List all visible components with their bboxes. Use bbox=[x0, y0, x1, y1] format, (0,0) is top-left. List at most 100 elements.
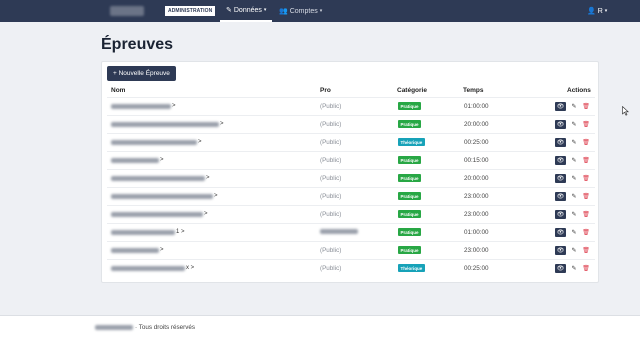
pro-value: (Public) bbox=[320, 121, 342, 128]
categorie-badge: Pratique bbox=[398, 156, 422, 164]
view-button[interactable]: 👁 bbox=[555, 174, 566, 183]
categorie-cell: Pratique bbox=[398, 228, 422, 236]
epreuve-name-link[interactable]: x > bbox=[111, 265, 194, 271]
temps-cell: 00:25:00 bbox=[464, 265, 489, 272]
chevron-down-icon: ▾ bbox=[604, 7, 608, 14]
delete-button[interactable]: 🗑 bbox=[582, 192, 590, 201]
edit-button[interactable]: ✎ bbox=[570, 174, 578, 183]
delete-button[interactable]: 🗑 bbox=[582, 156, 590, 165]
eye-icon: 👁 bbox=[556, 140, 565, 146]
nav-comptes[interactable]: 👥 Comptes ▾ bbox=[279, 0, 322, 22]
view-button[interactable]: 👁 bbox=[555, 246, 566, 255]
new-epreuve-button[interactable]: + Nouvelle Épreuve bbox=[107, 66, 176, 81]
actions-cell: 👁 ✎ 🗑 bbox=[555, 264, 590, 273]
epreuve-name-link[interactable]: > bbox=[111, 157, 164, 163]
epreuve-name-link[interactable]: > bbox=[111, 247, 164, 253]
epreuve-name-link[interactable]: 1 > bbox=[111, 229, 185, 235]
epreuve-name-link[interactable]: > bbox=[111, 193, 218, 199]
categorie-cell: Pratique bbox=[398, 120, 422, 128]
pro-value: (Public) bbox=[320, 103, 342, 110]
pencil-icon: ✎ bbox=[571, 140, 577, 146]
copyright-name bbox=[95, 325, 133, 330]
view-button[interactable]: 👁 bbox=[555, 102, 566, 111]
edit-button[interactable]: ✎ bbox=[570, 210, 578, 219]
temps-cell: 00:15:00 bbox=[464, 157, 489, 164]
trash-icon: 🗑 bbox=[582, 194, 590, 200]
edit-button[interactable]: ✎ bbox=[570, 156, 578, 165]
temps-cell: 20:00:00 bbox=[464, 121, 489, 128]
pro-value: (Public) bbox=[320, 139, 342, 146]
delete-button[interactable]: 🗑 bbox=[582, 264, 590, 273]
view-button[interactable]: 👁 bbox=[555, 210, 566, 219]
view-button[interactable]: 👁 bbox=[555, 156, 566, 165]
view-button[interactable]: 👁 bbox=[555, 264, 566, 273]
delete-button[interactable]: 🗑 bbox=[582, 174, 590, 183]
user-menu[interactable]: 👤 R ▾ bbox=[587, 0, 607, 22]
view-button[interactable]: 👁 bbox=[555, 192, 566, 201]
temps-cell: 00:25:00 bbox=[464, 139, 489, 146]
edit-button[interactable]: ✎ bbox=[570, 228, 578, 237]
categorie-cell: Théorique bbox=[398, 138, 425, 146]
table-row: > (Public) Pratique 01:00:00 👁 ✎ 🗑 bbox=[107, 97, 595, 115]
edit-icon: ✎ bbox=[226, 6, 232, 14]
actions-cell: 👁 ✎ 🗑 bbox=[555, 246, 590, 255]
epreuve-name-link[interactable]: > bbox=[111, 121, 224, 127]
delete-button[interactable]: 🗑 bbox=[582, 246, 590, 255]
page-title: Épreuves bbox=[101, 36, 174, 53]
nav-comptes-label: Comptes bbox=[289, 7, 318, 15]
pencil-icon: ✎ bbox=[571, 230, 577, 236]
epreuve-name-suffix: > bbox=[206, 175, 210, 181]
edit-button[interactable]: ✎ bbox=[570, 138, 578, 147]
table-row: 1 > Pratique 01:00:00 👁 ✎ 🗑 bbox=[107, 223, 595, 241]
delete-button[interactable]: 🗑 bbox=[582, 120, 590, 129]
edit-button[interactable]: ✎ bbox=[570, 246, 578, 255]
edit-button[interactable]: ✎ bbox=[570, 120, 578, 129]
delete-button[interactable]: 🗑 bbox=[582, 138, 590, 147]
table-row: > (Public) Pratique 00:15:00 👁 ✎ 🗑 bbox=[107, 151, 595, 169]
pencil-icon: ✎ bbox=[571, 122, 577, 128]
nav-donnees[interactable]: ✎ Données ▾ bbox=[220, 0, 273, 22]
pencil-icon: ✎ bbox=[571, 104, 577, 110]
actions-cell: 👁 ✎ 🗑 bbox=[555, 138, 590, 147]
epreuve-name-link[interactable]: > bbox=[111, 211, 208, 217]
edit-button[interactable]: ✎ bbox=[570, 102, 578, 111]
epreuve-name-link[interactable]: > bbox=[111, 175, 210, 181]
epreuve-name-redacted bbox=[111, 103, 171, 109]
trash-icon: 🗑 bbox=[582, 176, 590, 182]
table-row: > (Public) Théorique 00:25:00 👁 ✎ 🗑 bbox=[107, 133, 595, 151]
epreuve-name-link[interactable]: > bbox=[111, 103, 176, 109]
pro-value: (Public) bbox=[320, 193, 342, 200]
mouse-cursor-icon bbox=[622, 106, 629, 116]
column-header-nom: Nom bbox=[111, 87, 126, 94]
pro-cell: (Public) bbox=[320, 121, 341, 128]
edit-button[interactable]: ✎ bbox=[570, 264, 578, 273]
trash-icon: 🗑 bbox=[582, 140, 590, 146]
delete-button[interactable]: 🗑 bbox=[582, 228, 590, 237]
nav-donnees-label: Données bbox=[233, 6, 262, 14]
view-button[interactable]: 👁 bbox=[555, 228, 566, 237]
trash-icon: 🗑 bbox=[582, 212, 590, 218]
top-navbar: ADMINISTRATION ✎ Données ▾ 👥 Comptes ▾ 👤… bbox=[0, 0, 640, 22]
pro-cell bbox=[320, 229, 358, 236]
epreuve-name-redacted bbox=[111, 229, 175, 235]
temps-cell: 23:00:00 bbox=[464, 247, 489, 254]
trash-icon: 🗑 bbox=[582, 230, 590, 236]
delete-button[interactable]: 🗑 bbox=[582, 102, 590, 111]
pro-cell: (Public) bbox=[320, 103, 341, 110]
pencil-icon: ✎ bbox=[571, 158, 577, 164]
footer-text: · Tous droits réservés bbox=[135, 324, 196, 331]
edit-button[interactable]: ✎ bbox=[570, 192, 578, 201]
view-button[interactable]: 👁 bbox=[555, 138, 566, 147]
delete-button[interactable]: 🗑 bbox=[582, 210, 590, 219]
users-icon: 👥 bbox=[279, 7, 288, 15]
table-row: > (Public) Pratique 20:00:00 👁 ✎ 🗑 bbox=[107, 169, 595, 187]
categorie-cell: Pratique bbox=[398, 210, 422, 218]
brand-logo[interactable] bbox=[110, 6, 144, 16]
pro-cell: (Public) bbox=[320, 211, 341, 218]
pro-value: (Public) bbox=[320, 247, 342, 254]
epreuve-name-link[interactable]: > bbox=[111, 139, 202, 145]
actions-cell: 👁 ✎ 🗑 bbox=[555, 192, 590, 201]
view-button[interactable]: 👁 bbox=[555, 120, 566, 129]
pro-redacted bbox=[320, 229, 358, 234]
eye-icon: 👁 bbox=[556, 194, 565, 200]
